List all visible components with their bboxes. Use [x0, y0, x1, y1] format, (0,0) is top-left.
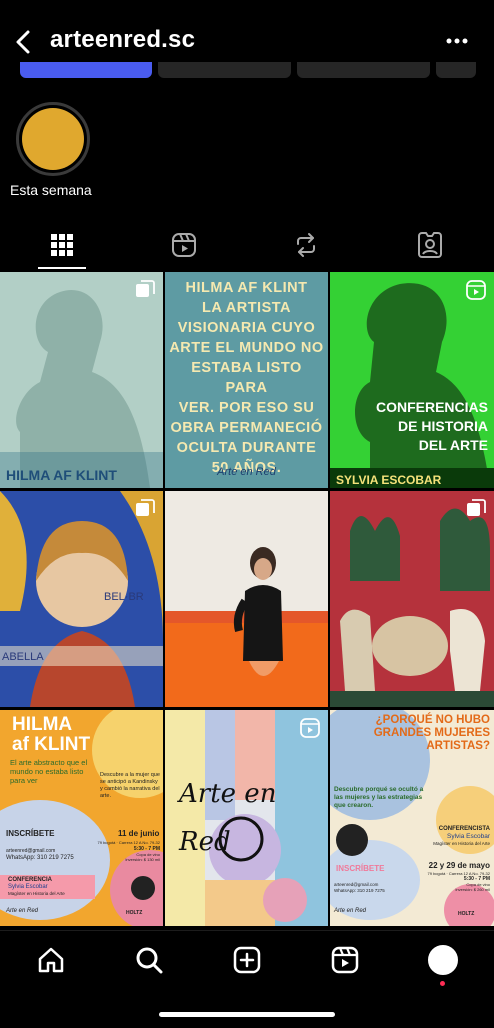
highlight-ring	[16, 102, 90, 176]
profile-action-buttons	[0, 62, 494, 78]
post-partner: HOLTZ	[458, 911, 475, 917]
reels-icon	[300, 718, 320, 738]
highlight-cover	[22, 108, 84, 170]
post-title: ¿PORQUÉ NO HUBO GRANDES MUJERES ARTISTAS…	[373, 714, 490, 752]
create-icon	[233, 946, 261, 974]
nav-home[interactable]	[31, 945, 71, 975]
post-hilma-conference[interactable]: HILMA af KLINT El arte abstracto que el …	[0, 710, 163, 926]
post-tile-portrait[interactable]: ABELLA BEL·BR	[0, 491, 163, 707]
nav-profile[interactable]	[423, 945, 463, 975]
follow-button[interactable]	[20, 62, 152, 78]
post-price: Inversión: $ 260 mil	[455, 887, 490, 892]
suggest-button[interactable]	[436, 62, 476, 78]
post-contact-email: arteenred@gmail.com	[334, 882, 379, 887]
carousel-icon	[136, 499, 155, 516]
post-signature: Arte en Red	[217, 466, 276, 478]
tab-grid[interactable]	[12, 220, 112, 270]
post-description: Descubre a la mujer que se anticipó a Ka…	[100, 772, 160, 799]
post-speaker: Sylvia Escobar	[8, 884, 48, 890]
post-artwork	[330, 272, 494, 488]
reels-icon	[331, 946, 359, 974]
post-hilma-quote[interactable]: HILMA AF KLINT LA ARTISTA VISIONARIA CUY…	[165, 272, 328, 488]
post-cta: INSCRÍBETE	[336, 864, 385, 873]
post-contact-phone: WhatsApp: 310 219 7275	[6, 855, 74, 861]
search-icon	[136, 947, 163, 974]
post-conf-label: CONFERENCISTA	[438, 826, 490, 832]
post-arte-en-red-reel[interactable]: Arte en Red	[165, 710, 328, 926]
post-hilma-silhouette[interactable]: HILMA AF KLINT	[0, 272, 163, 488]
profile-avatar	[428, 945, 458, 975]
tab-reposts[interactable]	[256, 220, 356, 270]
post-speaker: Sylvia Escobar	[447, 833, 490, 840]
nav-search[interactable]	[129, 945, 169, 975]
home-icon	[38, 947, 64, 973]
profile-tabs	[0, 220, 494, 270]
post-speaker-title: Magíster en Historia del Arte	[433, 841, 490, 846]
back-icon[interactable]	[12, 28, 34, 56]
post-conf-label: CONFERENCIA	[8, 877, 53, 883]
post-price: Inversión: $ 130 mil	[125, 857, 160, 862]
story-highlight[interactable]: Esta semana	[10, 102, 92, 198]
post-description: Descubre porqué se ocultó a las mujeres …	[334, 786, 424, 809]
tagged-icon	[418, 232, 442, 258]
tab-reels[interactable]	[134, 220, 234, 270]
post-title2: af KLINT	[12, 734, 91, 755]
post-brand: Arte en Red	[334, 908, 367, 914]
grid-icon	[51, 234, 73, 256]
post-conferencias[interactable]: CONFERENCIAS DE HISTORIA DEL ARTE SYLVIA…	[330, 272, 494, 488]
home-indicator	[159, 1012, 335, 1017]
profile-username: arteenred.sc	[50, 26, 196, 53]
reels-icon	[466, 280, 486, 300]
post-tapestry[interactable]	[330, 491, 494, 707]
post-title: CONFERENCIAS DE HISTORIA DEL ARTE	[375, 399, 488, 453]
nav-reels[interactable]	[325, 945, 365, 975]
post-partner: HOLTZ	[126, 910, 143, 916]
tab-tagged[interactable]	[380, 220, 480, 270]
reels-icon	[172, 233, 196, 257]
top-bar: arteenred.sc	[0, 0, 494, 70]
contact-button[interactable]	[297, 62, 430, 78]
carousel-icon	[136, 280, 155, 297]
post-location: 79 bogotá · Carrera 12 A No. 79-32	[97, 840, 160, 845]
post-title: HILMA AF KLINT	[6, 467, 117, 483]
more-options-icon[interactable]	[444, 30, 470, 52]
post-subtitle: El arte abstracto que el mundo no estaba…	[10, 758, 88, 785]
tile-inscription-right: BEL·BR	[104, 591, 144, 603]
nav-create[interactable]	[227, 945, 267, 975]
repost-icon	[297, 233, 315, 257]
message-button[interactable]	[158, 62, 291, 78]
post-quote-text: HILMA AF KLINT LA ARTISTA VISIONARIA CUY…	[169, 280, 324, 476]
post-title1: HILMA	[12, 714, 73, 735]
post-artwork	[165, 491, 328, 707]
post-brand: Arte en Red	[6, 908, 39, 914]
active-tab-indicator	[38, 267, 86, 269]
post-date: 11 de junio	[118, 829, 160, 838]
post-mujeres-artistas[interactable]: ¿PORQUÉ NO HUBO GRANDES MUJERES ARTISTAS…	[330, 710, 494, 926]
highlight-label: Esta semana	[10, 182, 92, 198]
logo-circle	[218, 816, 264, 862]
post-speaker-title: Magíster en Historia del Arte	[8, 891, 65, 896]
post-contact-email: arteenred@gmail.com	[6, 848, 56, 854]
post-speaker-photo[interactable]	[165, 491, 328, 707]
post-cta: INSCRÍBETE	[6, 829, 55, 838]
notification-dot	[440, 981, 445, 986]
carousel-icon	[467, 499, 486, 516]
post-footer: SYLVIA ESCOBAR	[336, 473, 442, 487]
tile-inscription-left: ABELLA	[2, 651, 44, 663]
post-artwork	[330, 491, 494, 707]
post-contact-phone: WhatsApp: 310 219 7275	[334, 888, 385, 893]
post-artwork	[0, 272, 163, 488]
post-date: 22 y 29 de mayo	[428, 861, 490, 870]
